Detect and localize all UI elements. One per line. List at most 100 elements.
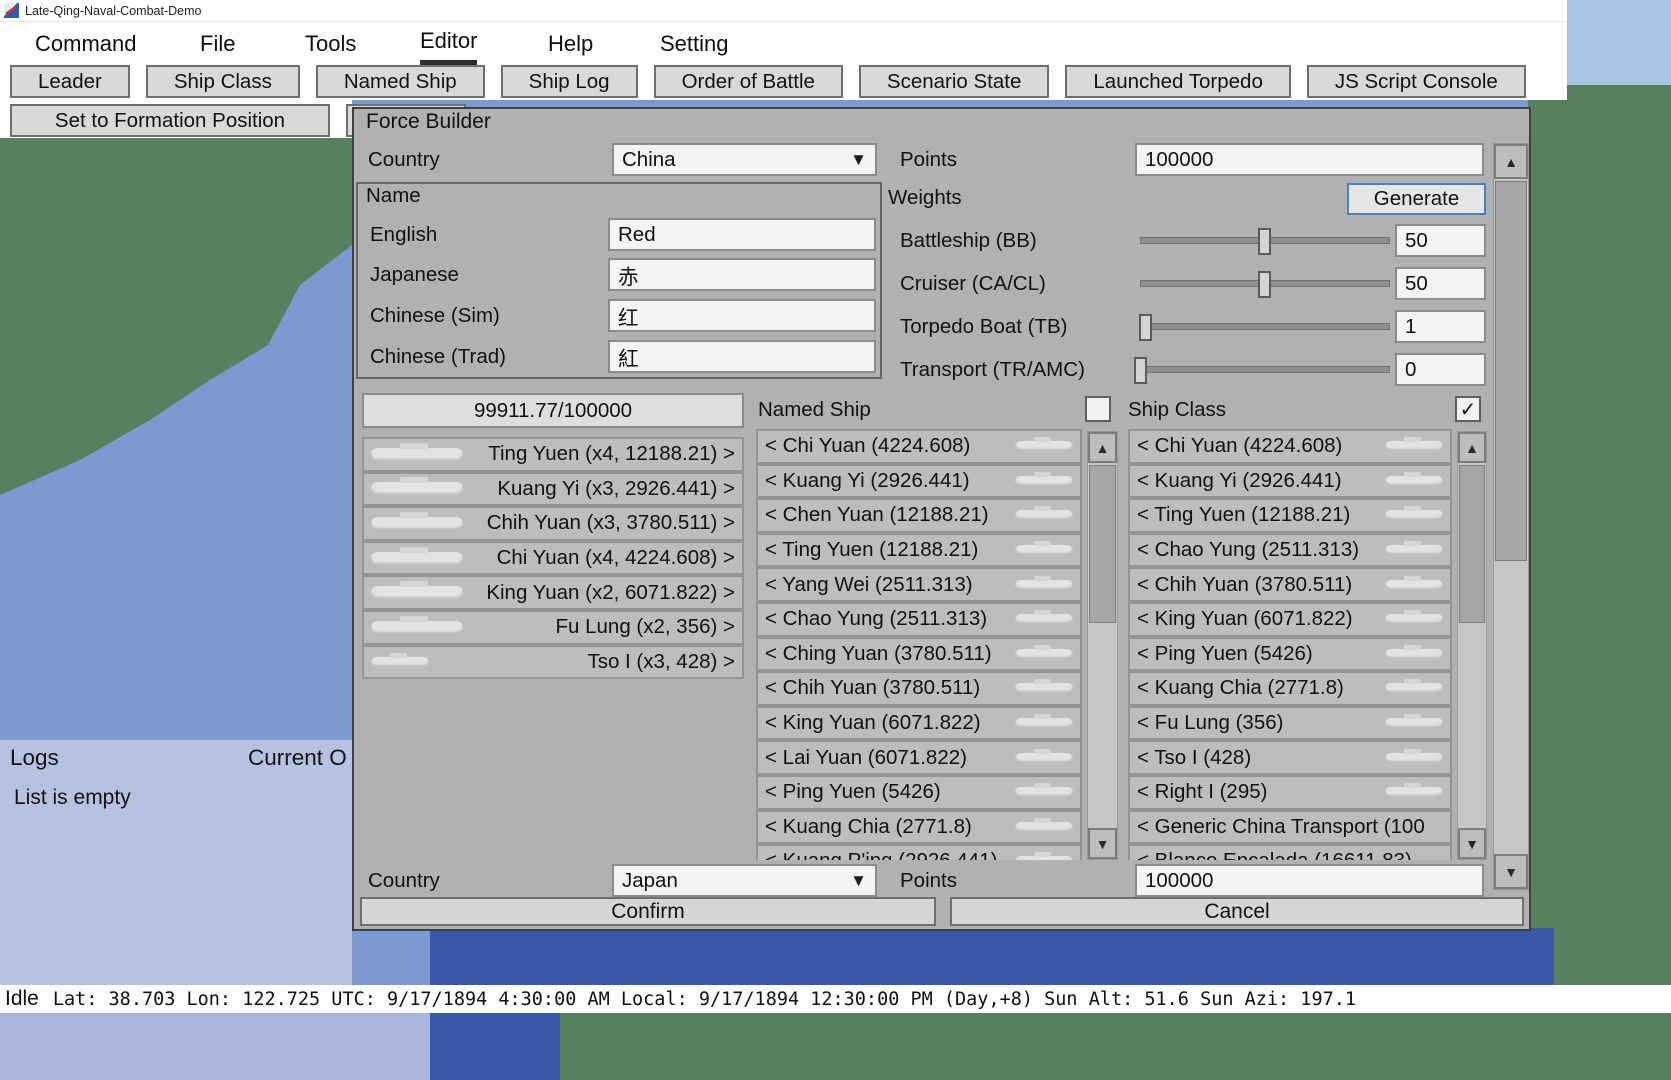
named-ship-row[interactable]: < Kuang Yi (2926.441) — [756, 464, 1082, 499]
order-of-battle-button[interactable]: Order of Battle — [654, 65, 843, 98]
named-ship-list: < Chi Yuan (4224.608) < Kuang Yi (2926.4… — [756, 429, 1082, 863]
title-bar[interactable]: Late-Qing-Naval-Combat-Demo — [0, 0, 1567, 22]
points-input-bottom[interactable] — [1135, 864, 1484, 897]
ship-silhouette-icon — [1385, 510, 1443, 520]
ship-class-checkbox[interactable]: ✓ — [1455, 396, 1481, 422]
named-ship-row[interactable]: < Chen Yuan (12188.21) — [756, 498, 1082, 533]
ship-class-row[interactable]: < Ting Yuen (12188.21) — [1128, 498, 1452, 533]
ship-class-row[interactable]: < Kuang Yi (2926.441) — [1128, 464, 1452, 499]
ship-silhouette-icon — [1015, 753, 1073, 763]
ship-class-scrollbar[interactable]: ▲ ▼ — [1457, 431, 1487, 860]
transport-slider[interactable] — [1140, 366, 1390, 373]
fleet-row[interactable]: Tso I (x3, 428) > — [362, 645, 744, 680]
dialog-scrollbar[interactable]: ▲ ▼ — [1493, 143, 1529, 890]
battleship-weight-input[interactable] — [1395, 224, 1486, 257]
scroll-up-icon[interactable]: ▲ — [1088, 432, 1117, 463]
fleet-row[interactable]: Kuang Yi (x3, 2926.441) > — [362, 472, 744, 507]
scroll-thumb[interactable] — [1089, 465, 1116, 623]
window-title: Late-Qing-Naval-Combat-Demo — [25, 4, 201, 18]
ship-silhouette-icon — [371, 482, 463, 495]
country-label-bottom: Country — [368, 864, 440, 897]
ship-class-row[interactable]: < Generic China Transport (100 — [1128, 810, 1452, 845]
torpedo-boat-weight-input[interactable] — [1395, 310, 1486, 343]
scroll-up-icon[interactable]: ▲ — [1494, 144, 1528, 179]
fleet-row[interactable]: Chi Yuan (x4, 4224.608) > — [362, 541, 744, 576]
dialog-title[interactable]: Force Builder — [366, 110, 491, 134]
ship-class-row[interactable]: < Chih Yuan (3780.511) — [1128, 567, 1452, 602]
menu-item-command[interactable]: Command — [35, 22, 136, 65]
menu-item-tools[interactable]: Tools — [305, 22, 356, 65]
ship-log-button[interactable]: Ship Log — [501, 65, 638, 98]
set-to-formation-position-button[interactable]: Set to Formation Position — [10, 104, 330, 137]
ship-silhouette-icon — [371, 657, 429, 667]
scenario-state-button[interactable]: Scenario State — [859, 65, 1049, 98]
points-input[interactable] — [1135, 143, 1484, 176]
menu-item-setting[interactable]: Setting — [660, 22, 729, 65]
menu-item-file[interactable]: File — [200, 22, 235, 65]
ship-silhouette-icon — [371, 621, 463, 634]
torpedo-boat-slider[interactable] — [1140, 323, 1390, 330]
budget-display: 99911.77/100000 — [362, 393, 744, 428]
slider-handle[interactable] — [1258, 228, 1271, 255]
scroll-down-icon[interactable]: ▼ — [1088, 828, 1117, 859]
named-ship-row[interactable]: < Ching Yuan (3780.511) — [756, 637, 1082, 672]
scroll-down-icon[interactable]: ▼ — [1458, 828, 1486, 859]
status-mode: Idle — [5, 987, 39, 1011]
named-ship-row[interactable]: < Chao Yung (2511.313) — [756, 602, 1082, 637]
ship-class-list: < Chi Yuan (4224.608) < Kuang Yi (2926.4… — [1128, 429, 1452, 863]
generate-button[interactable]: Generate — [1347, 183, 1486, 215]
named-ship-button[interactable]: Named Ship — [316, 65, 485, 98]
named-ship-row[interactable]: < Yang Wei (2511.313) — [756, 567, 1082, 602]
country-dropdown[interactable]: China ▼ — [612, 143, 877, 176]
ship-class-row[interactable]: < Fu Lung (356) — [1128, 706, 1452, 741]
app-icon — [4, 3, 19, 18]
battleship-slider[interactable] — [1140, 237, 1390, 244]
battleship-label: Battleship (BB) — [900, 224, 1037, 257]
ship-silhouette-icon — [1015, 683, 1073, 693]
ship-class-row[interactable]: < Tso I (428) — [1128, 740, 1452, 775]
cruiser-weight-input[interactable] — [1395, 267, 1486, 300]
menu-item-help[interactable]: Help — [548, 22, 593, 65]
ship-class-row[interactable]: < Kuang Chia (2771.8) — [1128, 671, 1452, 706]
cancel-button[interactable]: Cancel — [950, 897, 1524, 926]
fleet-row[interactable]: Fu Lung (x2, 356) > — [362, 610, 744, 645]
ship-silhouette-icon — [371, 448, 463, 461]
named-ship-checkbox[interactable] — [1085, 396, 1111, 422]
js-script-console-button[interactable]: JS Script Console — [1307, 65, 1526, 98]
fleet-row[interactable]: Ting Yuen (x4, 12188.21) > — [362, 437, 744, 472]
named-ship-row[interactable]: < Chi Yuan (4224.608) — [756, 429, 1082, 464]
ship-class-row[interactable]: < King Yuan (6071.822) — [1128, 602, 1452, 637]
named-ship-row[interactable]: < Lai Yuan (6071.822) — [756, 740, 1082, 775]
slider-handle[interactable] — [1258, 271, 1271, 298]
menu-item-editor[interactable]: Editor — [420, 22, 477, 65]
scroll-thumb[interactable] — [1459, 465, 1485, 623]
named-ship-scrollbar[interactable]: ▲ ▼ — [1087, 431, 1118, 860]
named-ship-row[interactable]: < Ting Yuen (12188.21) — [756, 533, 1082, 568]
slider-handle[interactable] — [1134, 357, 1147, 384]
cruiser-slider[interactable] — [1140, 280, 1390, 287]
named-ship-row[interactable]: < Chih Yuan (3780.511) — [756, 671, 1082, 706]
country-dropdown-bottom[interactable]: Japan ▼ — [612, 864, 877, 897]
named-ship-row[interactable]: < Kuang Chia (2771.8) — [756, 810, 1082, 845]
fleet-row[interactable]: King Yuan (x2, 6071.822) > — [362, 575, 744, 610]
confirm-button[interactable]: Confirm — [360, 897, 936, 926]
name-box-title: Name — [366, 184, 421, 208]
ship-class-row[interactable]: < Chi Yuan (4224.608) — [1128, 429, 1452, 464]
fleet-row[interactable]: Chih Yuan (x3, 3780.511) > — [362, 506, 744, 541]
ship-silhouette-icon — [1385, 787, 1443, 797]
leader-button[interactable]: Leader — [10, 65, 130, 98]
ship-class-button[interactable]: Ship Class — [146, 65, 300, 98]
ship-silhouette-icon — [1385, 580, 1443, 590]
named-ship-row[interactable]: < Ping Yuen (5426) — [756, 775, 1082, 810]
scroll-thumb[interactable] — [1495, 181, 1527, 561]
named-ship-row[interactable]: < King Yuan (6071.822) — [756, 706, 1082, 741]
scroll-down-icon[interactable]: ▼ — [1494, 854, 1528, 889]
ship-class-row[interactable]: < Chao Yung (2511.313) — [1128, 533, 1452, 568]
scroll-up-icon[interactable]: ▲ — [1458, 432, 1486, 463]
slider-handle[interactable] — [1139, 314, 1152, 341]
ship-class-row[interactable]: < Right I (295) — [1128, 775, 1452, 810]
ship-class-row[interactable]: < Ping Yuen (5426) — [1128, 637, 1452, 672]
transport-weight-input[interactable] — [1395, 353, 1486, 386]
launched-torpedo-button[interactable]: Launched Torpedo — [1065, 65, 1290, 98]
status-bar: Idle Lat: 38.703 Lon: 122.725 UTC: 9/17/… — [0, 985, 1671, 1013]
